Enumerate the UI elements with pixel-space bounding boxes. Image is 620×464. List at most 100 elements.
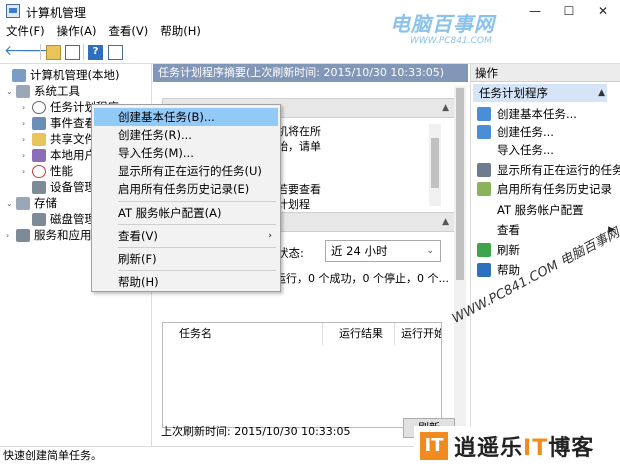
ctx-help[interactable]: 帮助(H): [94, 273, 278, 291]
brand-text-it: IT: [523, 436, 549, 461]
blank-icon: [477, 143, 491, 157]
brand-text: 逍遥乐IT博客: [454, 430, 594, 462]
ctx-create-basic-task[interactable]: 创建基本任务(B)...: [94, 108, 278, 126]
brand-badge-icon: IT: [420, 432, 448, 460]
action-at-service-config[interactable]: AT 服务帐户配置: [471, 201, 619, 219]
column-run-start[interactable]: 运行开始时: [395, 323, 441, 345]
ctx-enable-history[interactable]: 启用所有任务历史记录(E): [94, 180, 278, 198]
submenu-arrow-icon: ›: [268, 231, 272, 241]
device-manager-icon: [32, 180, 46, 194]
actions-section-label: 任务计划程序: [479, 86, 548, 100]
computer-icon: [12, 68, 26, 82]
scrollbar-thumb[interactable]: [431, 138, 439, 188]
refresh-icon: [477, 243, 491, 257]
blank-icon: [477, 223, 491, 237]
summary-scrollbar[interactable]: [454, 86, 466, 436]
toolbar-divider: [83, 44, 84, 60]
action-label: 刷新: [497, 243, 520, 257]
action-label: 查看: [497, 223, 520, 237]
clock-icon: [32, 100, 46, 114]
ctx-refresh[interactable]: 刷新(F): [94, 250, 278, 268]
task-status-table: 任务名 运行结果 运行开始时: [162, 322, 442, 428]
actions-title: 操作: [471, 64, 620, 82]
action-enable-history[interactable]: 启用所有任务历史记录: [471, 180, 619, 198]
window-title: 计算机管理: [26, 6, 87, 20]
menu-file[interactable]: 文件(F): [0, 22, 51, 40]
menu-view[interactable]: 查看(V): [102, 22, 154, 40]
column-task-name[interactable]: 任务名: [173, 323, 323, 345]
shared-folder-icon: [32, 132, 46, 146]
action-create-basic-task[interactable]: 创建基本任务...: [471, 105, 619, 123]
tree-item-system-tools[interactable]: ⌄ 系统工具: [6, 83, 80, 99]
menu-action[interactable]: 操作(A): [51, 22, 103, 40]
history-icon: [477, 182, 491, 196]
ctx-view[interactable]: 查看(V) ›: [94, 227, 278, 245]
overview-scrollbar[interactable]: [429, 124, 441, 206]
tree-item-label: 存储: [34, 196, 57, 210]
tools-icon: [16, 84, 30, 98]
ctx-view-label: 查看(V): [118, 229, 158, 243]
scrollbar-thumb[interactable]: [456, 88, 464, 280]
tree-item-computer-management[interactable]: 计算机管理(本地): [2, 67, 119, 83]
menu-bar: 文件(F) 操作(A) 查看(V) 帮助(H): [0, 22, 620, 40]
ctx-at-service-config[interactable]: AT 服务帐户配置(A): [94, 204, 278, 222]
collapse-icon[interactable]: ▲: [442, 103, 449, 113]
performance-icon: [32, 164, 46, 178]
column-run-result[interactable]: 运行结果: [333, 323, 395, 345]
tree-expander-icon[interactable]: ›: [22, 135, 32, 144]
tree-expander-icon[interactable]: ›: [22, 167, 32, 176]
ctx-create-task[interactable]: 创建任务(R)...: [94, 126, 278, 144]
title-bar: 计算机管理 — ☐ ✕: [0, 0, 620, 22]
tree-expander-icon[interactable]: ⌄: [6, 199, 16, 208]
status-period-select[interactable]: 近 24 小时 ⌄: [325, 240, 441, 262]
menu-help[interactable]: 帮助(H): [154, 22, 207, 40]
collapse-icon[interactable]: ▲: [598, 84, 605, 102]
back-arrow-icon[interactable]: 🡐: [4, 44, 42, 59]
ctx-display-running-tasks[interactable]: 显示所有正在运行的任务(U): [94, 162, 278, 180]
create-task-icon: [477, 125, 491, 139]
actions-section-task-scheduler[interactable]: 任务计划程序 ▲: [473, 84, 607, 102]
toolbar: 🡐 🡒 ?: [0, 40, 620, 64]
tree-item-label: 性能: [50, 164, 73, 178]
disk-icon: [32, 212, 46, 226]
action-pane-icon[interactable]: [108, 45, 123, 60]
help-icon[interactable]: ?: [88, 45, 103, 60]
up-folder-icon[interactable]: [46, 45, 61, 60]
close-button[interactable]: ✕: [586, 0, 620, 22]
toolbar-divider: [40, 44, 41, 60]
menu-separator: [118, 201, 276, 202]
storage-icon: [16, 196, 30, 210]
tree-expander-icon[interactable]: ⌄: [6, 87, 16, 96]
action-display-running-tasks[interactable]: 显示所有正在运行的任务: [471, 161, 620, 179]
tree-expander-icon[interactable]: ›: [22, 151, 32, 160]
show-hide-tree-icon[interactable]: [65, 45, 80, 60]
action-import-task[interactable]: 导入任务...: [471, 141, 619, 159]
maximize-button[interactable]: ☐: [552, 0, 586, 22]
tree-item-disk-management[interactable]: 磁盘管理: [22, 211, 96, 227]
tree-item-storage[interactable]: ⌄ 存储: [6, 195, 57, 211]
minimize-button[interactable]: —: [518, 0, 552, 22]
task-status-summary: 运行，0 个成功，0 个停止，0 个...: [275, 272, 449, 285]
menu-separator: [118, 270, 276, 271]
tree-expander-icon[interactable]: ›: [22, 103, 32, 112]
action-label: 启用所有任务历史记录: [497, 182, 612, 196]
action-label: 创建任务...: [497, 125, 554, 139]
actions-pane: 操作 任务计划程序 ▲ 创建基本任务... 创建任务... 导入任务... 显示…: [470, 64, 620, 446]
tree-item-performance[interactable]: › 性能: [22, 163, 73, 179]
ctx-import-task[interactable]: 导入任务(M)...: [94, 144, 278, 162]
action-label: 创建基本任务...: [497, 107, 577, 121]
action-create-task[interactable]: 创建任务...: [471, 123, 619, 141]
tree-expander-icon[interactable]: ›: [6, 231, 16, 240]
brand-text-post: 博客: [548, 436, 595, 461]
action-label: 显示所有正在运行的任务: [497, 163, 620, 177]
create-basic-task-icon: [477, 107, 491, 121]
status-label: 状态:: [277, 246, 304, 260]
status-period-value: 近 24 小时: [331, 244, 388, 258]
users-icon: [32, 148, 46, 162]
collapse-icon[interactable]: ▲: [442, 217, 449, 227]
forward-arrow-icon[interactable]: 🡒: [20, 44, 58, 59]
action-label: AT 服务帐户配置: [497, 203, 584, 217]
computer-management-icon: [6, 4, 20, 18]
context-menu: 创建基本任务(B)... 创建任务(R)... 导入任务(M)... 显示所有正…: [91, 104, 281, 292]
tree-expander-icon[interactable]: ›: [22, 119, 32, 128]
